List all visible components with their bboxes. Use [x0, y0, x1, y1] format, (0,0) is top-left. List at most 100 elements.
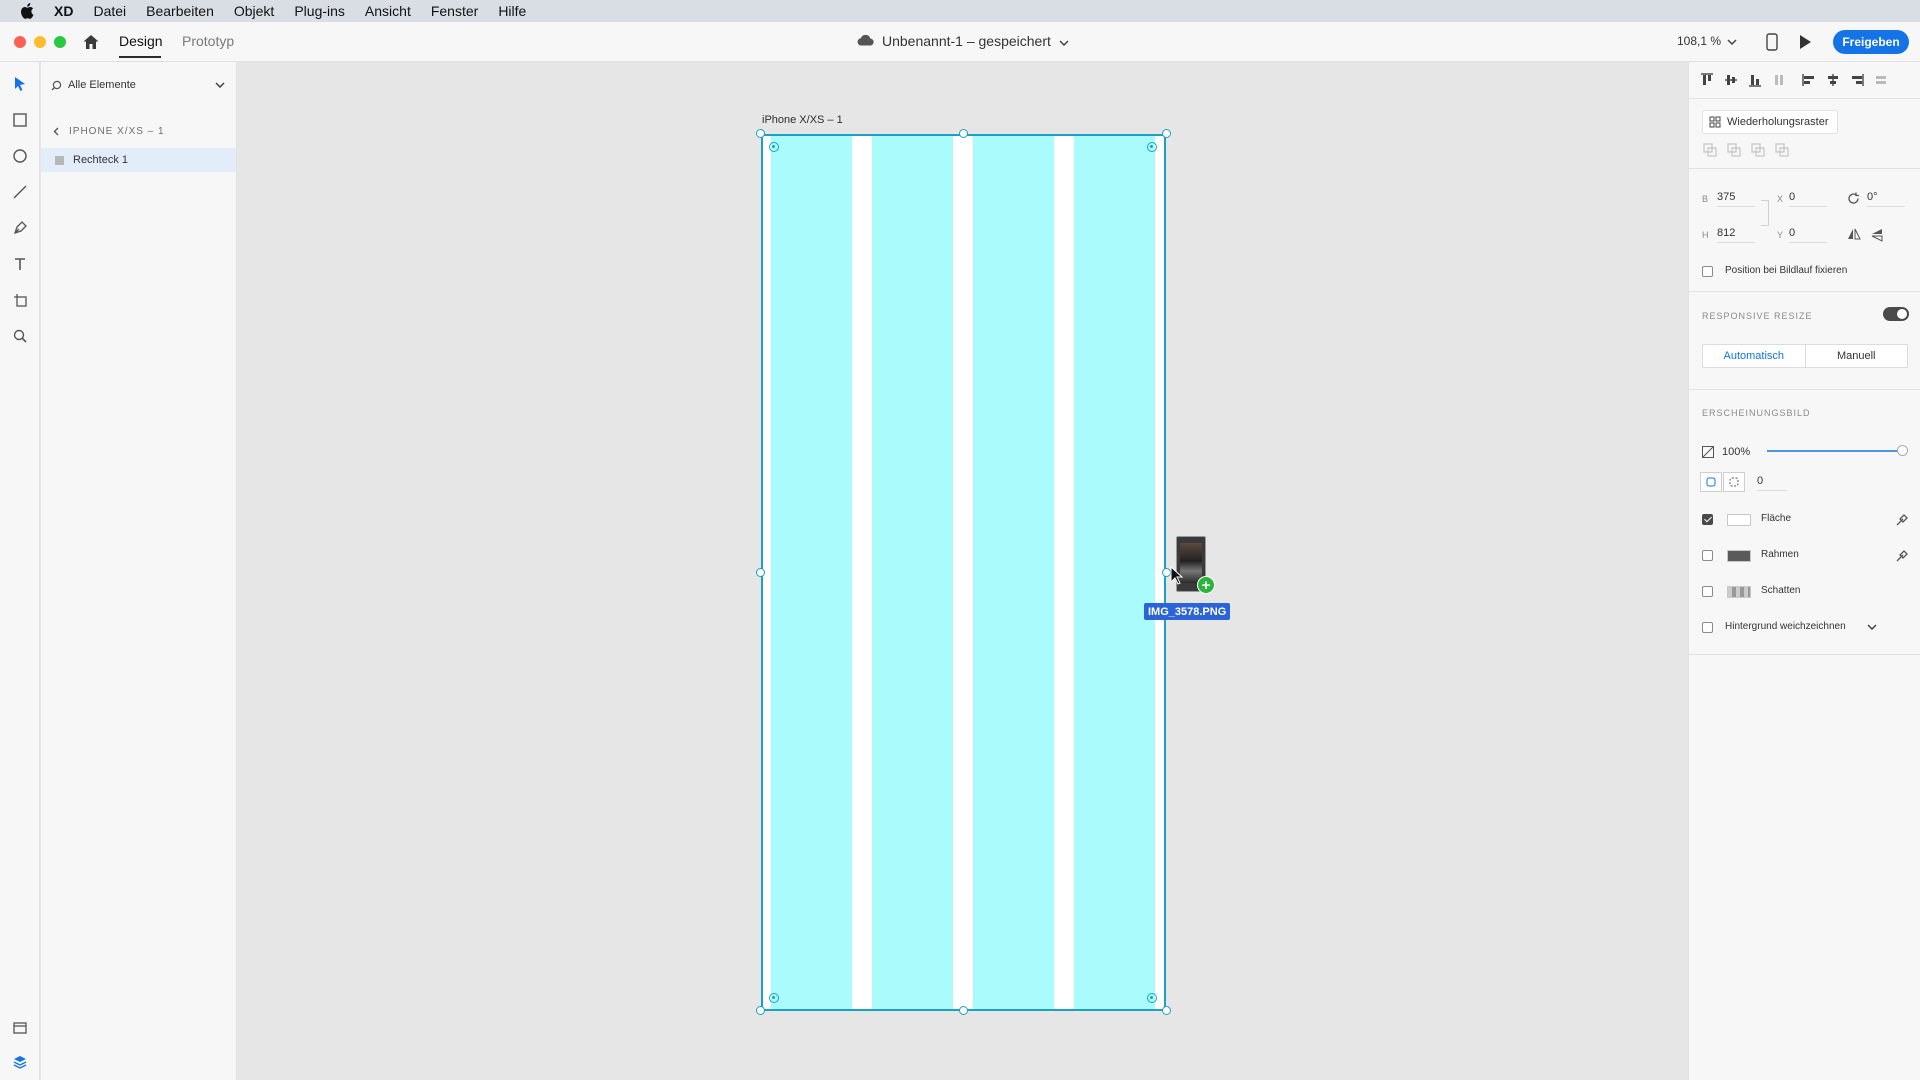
shadow-swatch[interactable] — [1727, 586, 1751, 598]
flip-horizontal-icon[interactable] — [1847, 228, 1861, 240]
ellipse-tool-icon[interactable] — [10, 146, 30, 166]
zoom-window-button[interactable] — [54, 36, 66, 48]
resize-manual-option[interactable]: Manuell — [1806, 345, 1908, 367]
divider — [1689, 98, 1920, 99]
share-button[interactable]: Freigeben — [1833, 30, 1909, 54]
menu-fenster[interactable]: Fenster — [431, 3, 478, 19]
border-checkbox[interactable] — [1702, 550, 1713, 561]
chevron-down-icon — [1727, 34, 1737, 48]
tab-prototyp[interactable]: Prototyp — [182, 33, 234, 49]
corner-radius-handle[interactable] — [1147, 993, 1157, 1003]
width-field[interactable]: 375 — [1717, 191, 1755, 207]
layout-grid-column — [771, 136, 852, 1009]
distribute-vertical-icon[interactable] — [1771, 72, 1787, 88]
divider — [1689, 291, 1920, 292]
layer-item-label: Rechteck 1 — [73, 154, 129, 166]
opacity-slider-track[interactable] — [1767, 450, 1903, 452]
device-preview-icon[interactable] — [1766, 33, 1778, 51]
zoom-select[interactable]: 108,1 % — [1677, 34, 1737, 48]
resize-handle[interactable] — [1162, 129, 1171, 138]
resize-handle[interactable] — [756, 568, 765, 577]
select-tool-icon[interactable] — [10, 74, 30, 94]
fill-swatch[interactable] — [1727, 514, 1751, 526]
corner-radius-handle[interactable] — [769, 993, 779, 1003]
corner-radius-each-icon[interactable] — [1723, 472, 1745, 492]
resize-auto-option[interactable]: Automatisch — [1703, 345, 1806, 367]
boolean-subtract-icon[interactable] — [1726, 142, 1742, 158]
align-right-icon[interactable] — [1849, 72, 1865, 88]
resize-handle[interactable] — [959, 129, 968, 138]
chevron-down-icon — [1059, 33, 1069, 49]
align-left-icon[interactable] — [1801, 72, 1817, 88]
corner-radius-all-icon[interactable] — [1700, 472, 1722, 492]
responsive-resize-toggle[interactable] — [1883, 307, 1909, 321]
layers-filter[interactable]: Alle Elemente — [51, 76, 227, 94]
line-tool-icon[interactable] — [10, 182, 30, 202]
artboard-title[interactable]: iPhone X/XS – 1 — [762, 114, 843, 126]
layers-breadcrumb[interactable]: IPHONE X/XS – 1 — [53, 126, 165, 137]
boolean-exclude-icon[interactable] — [1774, 142, 1790, 158]
border-swatch[interactable] — [1727, 550, 1751, 562]
menu-objekt[interactable]: Objekt — [234, 3, 274, 19]
align-bottom-icon[interactable] — [1747, 72, 1763, 88]
fix-position-checkbox[interactable] — [1702, 266, 1713, 277]
assets-icon[interactable] — [10, 1018, 30, 1038]
x-label: X — [1777, 194, 1784, 204]
document-title-text: Unbenannt-1 – gespeichert — [882, 33, 1051, 49]
artboard[interactable] — [761, 134, 1166, 1011]
background-blur-label: Hintergrund weichzeichnen — [1725, 621, 1846, 632]
rotation-field[interactable]: 0° — [1867, 191, 1905, 207]
align-top-icon[interactable] — [1699, 72, 1715, 88]
menu-hilfe[interactable]: Hilfe — [498, 3, 526, 19]
add-copy-icon: + — [1197, 576, 1215, 594]
align-center-icon[interactable] — [1825, 72, 1841, 88]
border-label: Rahmen — [1761, 549, 1799, 560]
layout-grid-column — [1074, 136, 1155, 1009]
close-window-button[interactable] — [14, 36, 26, 48]
boolean-intersect-icon[interactable] — [1750, 142, 1766, 158]
opacity-value[interactable]: 100% — [1722, 446, 1750, 458]
repeat-grid-button[interactable]: Wiederholungsraster — [1702, 110, 1838, 134]
flip-vertical-icon[interactable] — [1871, 228, 1883, 242]
corner-radius-field[interactable]: 0 — [1757, 475, 1787, 491]
opacity-slider-knob[interactable] — [1897, 445, 1908, 456]
chevron-down-icon[interactable] — [1867, 624, 1877, 630]
menu-ansicht[interactable]: Ansicht — [365, 3, 411, 19]
eyedropper-icon[interactable] — [1895, 513, 1909, 527]
y-field[interactable]: 0 — [1789, 227, 1827, 243]
menu-plugins[interactable]: Plug-ins — [294, 3, 345, 19]
menu-bearbeiten[interactable]: Bearbeiten — [146, 3, 214, 19]
fill-checkbox[interactable] — [1702, 514, 1713, 525]
menu-app-xd[interactable]: XD — [54, 3, 73, 19]
layer-item[interactable]: Rechteck 1 — [41, 148, 236, 172]
align-middle-icon[interactable] — [1723, 72, 1739, 88]
tab-design[interactable]: Design — [119, 33, 163, 49]
property-inspector: Wiederholungsraster B 375 X 0 0° H 812 Y… — [1688, 62, 1920, 1080]
document-title[interactable]: Unbenannt-1 – gespeichert — [856, 33, 1069, 49]
artboard-tool-icon[interactable] — [10, 290, 30, 310]
boolean-add-icon[interactable] — [1702, 142, 1718, 158]
eyedropper-icon[interactable] — [1895, 549, 1909, 563]
background-blur-checkbox[interactable] — [1702, 622, 1713, 633]
home-icon[interactable] — [82, 33, 100, 51]
apple-icon[interactable] — [20, 3, 36, 19]
rectangle-tool-icon[interactable] — [10, 110, 30, 130]
corner-radius-handle[interactable] — [769, 142, 779, 152]
height-field[interactable]: 812 — [1717, 227, 1755, 243]
corner-radius-handle[interactable] — [1147, 142, 1157, 152]
distribute-horizontal-icon[interactable] — [1873, 72, 1889, 88]
menu-datei[interactable]: Datei — [93, 3, 126, 19]
play-icon[interactable] — [1798, 34, 1812, 50]
pen-tool-icon[interactable] — [10, 218, 30, 238]
shadow-checkbox[interactable] — [1702, 586, 1713, 597]
zoom-tool-icon[interactable] — [10, 326, 30, 346]
x-field[interactable]: 0 — [1789, 191, 1827, 207]
resize-handle[interactable] — [756, 1006, 765, 1015]
minimize-window-button[interactable] — [34, 36, 46, 48]
layers-icon[interactable] — [10, 1052, 30, 1072]
width-label: B — [1702, 194, 1709, 204]
resize-handle[interactable] — [1162, 1006, 1171, 1015]
resize-handle[interactable] — [959, 1006, 968, 1015]
text-tool-icon[interactable] — [10, 254, 30, 274]
resize-handle[interactable] — [756, 129, 765, 138]
